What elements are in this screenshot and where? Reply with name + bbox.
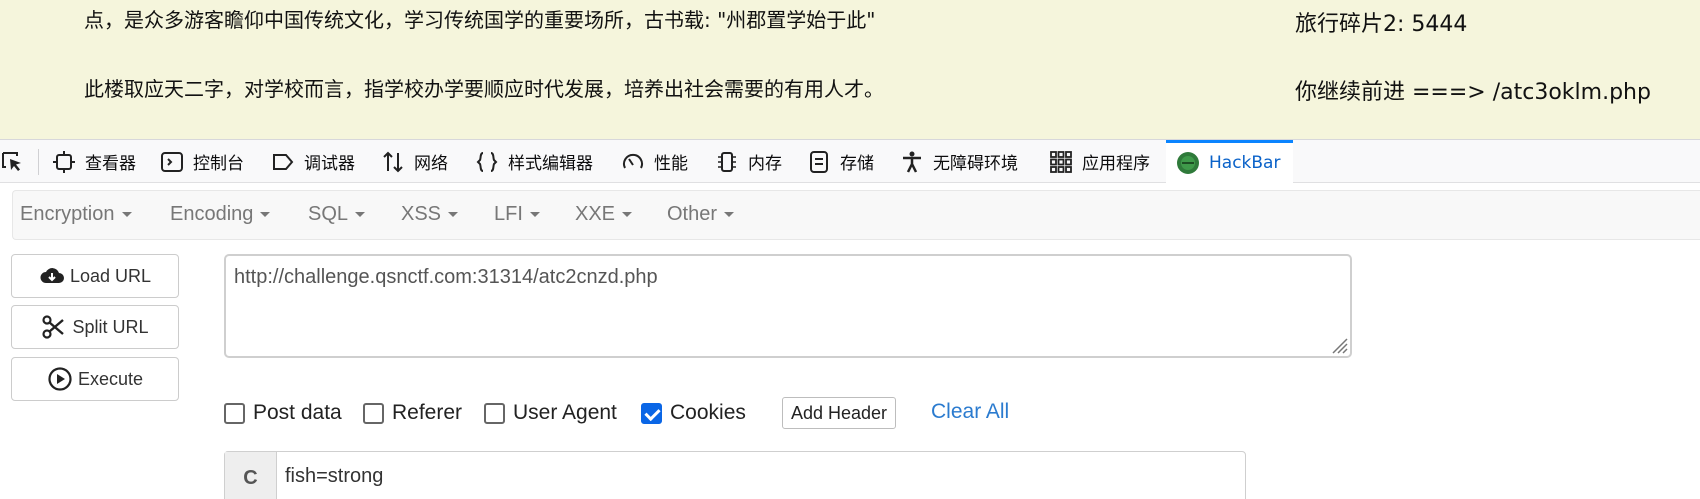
split-url-label: Split URL (72, 316, 149, 337)
referer-checkbox[interactable]: Referer (363, 401, 462, 425)
cookies-checkbox[interactable]: Cookies (641, 401, 746, 425)
hackbar-menu: Encryption Encoding SQL XSS LFI XXE Othe… (12, 190, 1700, 240)
chevron-down-icon (448, 212, 459, 218)
checkbox-box[interactable] (224, 402, 245, 424)
user-agent-checkbox[interactable]: User Agent (484, 401, 617, 425)
load-url-button[interactable]: Load URL (11, 254, 179, 298)
tab-label: 应用程序 (1082, 154, 1150, 174)
clear-all-link[interactable]: Clear All (931, 400, 1009, 424)
menu-xss[interactable]: XSS (401, 203, 459, 226)
url-text: http://challenge.qsnctf.com:31314/atc2cn… (234, 266, 658, 288)
menu-encoding[interactable]: Encoding (170, 203, 271, 226)
menu-sql[interactable]: SQL (308, 203, 366, 226)
chevron-down-icon (121, 212, 132, 218)
tab-accessibility[interactable]: 无障碍环境 (900, 140, 1018, 183)
tab-console[interactable]: 控制台 (160, 140, 244, 183)
chevron-down-icon (529, 212, 540, 218)
split-url-button[interactable]: Split URL (11, 305, 179, 349)
referer-label: Referer (392, 401, 463, 424)
tab-memory[interactable]: 内存 (715, 140, 782, 183)
menu-xxe[interactable]: XXE (575, 203, 633, 226)
tab-style-editor[interactable]: 样式编辑器 (475, 140, 593, 183)
performance-icon (623, 153, 643, 168)
next-path: 你继续前进 ===> /atc3oklm.php (1295, 80, 1651, 105)
post-data-label: Post data (253, 401, 342, 424)
cookie-input[interactable]: fish=strong (285, 465, 383, 488)
execute-button[interactable]: Execute (11, 357, 179, 401)
cookies-label: Cookies (670, 401, 746, 424)
tab-label: 性能 (654, 154, 688, 174)
cookie-prefix: C (225, 452, 277, 499)
tab-performance[interactable]: 性能 (621, 140, 688, 183)
tab-label: HackBar (1209, 153, 1281, 173)
tab-network[interactable]: 网络 (381, 140, 448, 183)
element-picker-icon[interactable] (0, 150, 26, 179)
load-url-label: Load URL (69, 265, 152, 286)
execute-label: Execute (77, 368, 144, 389)
chevron-down-icon (724, 212, 735, 218)
menu-lfi[interactable]: LFI (494, 203, 540, 226)
tab-label: 查看器 (85, 154, 136, 174)
resize-grip-icon[interactable] (1328, 334, 1348, 354)
cloud-download-icon (40, 268, 64, 283)
devtools-toolbar: 查看器 控制台 调试器 网络 样式编辑器 性能 内存 存储 无障碍环境 应用程序… (0, 139, 1700, 183)
toolbar-divider (38, 149, 39, 175)
chevron-down-icon (622, 212, 633, 218)
tab-label: 样式编辑器 (508, 154, 593, 174)
style-editor-icon (476, 151, 498, 172)
tab-hackbar[interactable]: HackBar (1166, 140, 1293, 183)
application-icon (1050, 150, 1072, 173)
accessibility-icon (903, 151, 921, 173)
menu-encryption[interactable]: Encryption (20, 203, 132, 226)
inspector-icon (53, 150, 75, 173)
tab-debugger[interactable]: 调试器 (271, 140, 355, 183)
tab-label: 调试器 (304, 154, 355, 174)
chevron-down-icon (355, 212, 366, 218)
checkbox-box-checked[interactable] (641, 402, 662, 424)
hackbar-icon (1177, 152, 1199, 174)
page-content: 点，是众多游客瞻仰中国传统文化，学习传统国学的重要场所，古书载: "州郡置学始于… (0, 0, 1700, 139)
storage-icon (810, 150, 828, 173)
tab-label: 存储 (840, 154, 874, 174)
cookie-input-group: C fish=strong (224, 451, 1246, 499)
tab-application[interactable]: 应用程序 (1049, 140, 1150, 183)
post-data-checkbox[interactable]: Post data (224, 401, 342, 425)
debugger-icon (273, 153, 294, 170)
play-circle-icon (48, 367, 72, 391)
tab-label: 控制台 (193, 154, 244, 174)
add-header-button[interactable]: Add Header (782, 397, 896, 429)
page-text-line-2: 此楼取应天二字，对学校而言，指学校办学要顺应时代发展，培养出社会需要的有用人才。 (84, 77, 884, 101)
travel-fragment: 旅行碎片2: 5444 (1295, 12, 1468, 37)
tab-label: 网络 (414, 154, 448, 174)
checkbox-box[interactable] (363, 402, 384, 424)
tab-inspector[interactable]: 查看器 (52, 140, 136, 183)
memory-icon (718, 151, 736, 172)
chevron-down-icon (260, 212, 271, 218)
network-icon (383, 151, 403, 172)
scissors-icon (42, 315, 65, 339)
tab-storage[interactable]: 存储 (807, 140, 874, 183)
console-icon (161, 151, 183, 172)
checkbox-box[interactable] (484, 402, 505, 424)
page-text-line-1: 点，是众多游客瞻仰中国传统文化，学习传统国学的重要场所，古书载: "州郡置学始于… (84, 8, 876, 32)
tab-label: 无障碍环境 (933, 154, 1018, 174)
menu-other[interactable]: Other (667, 203, 735, 226)
url-textarea[interactable]: http://challenge.qsnctf.com:31314/atc2cn… (224, 254, 1352, 358)
user-agent-label: User Agent (513, 401, 617, 424)
tab-label: 内存 (748, 154, 782, 174)
